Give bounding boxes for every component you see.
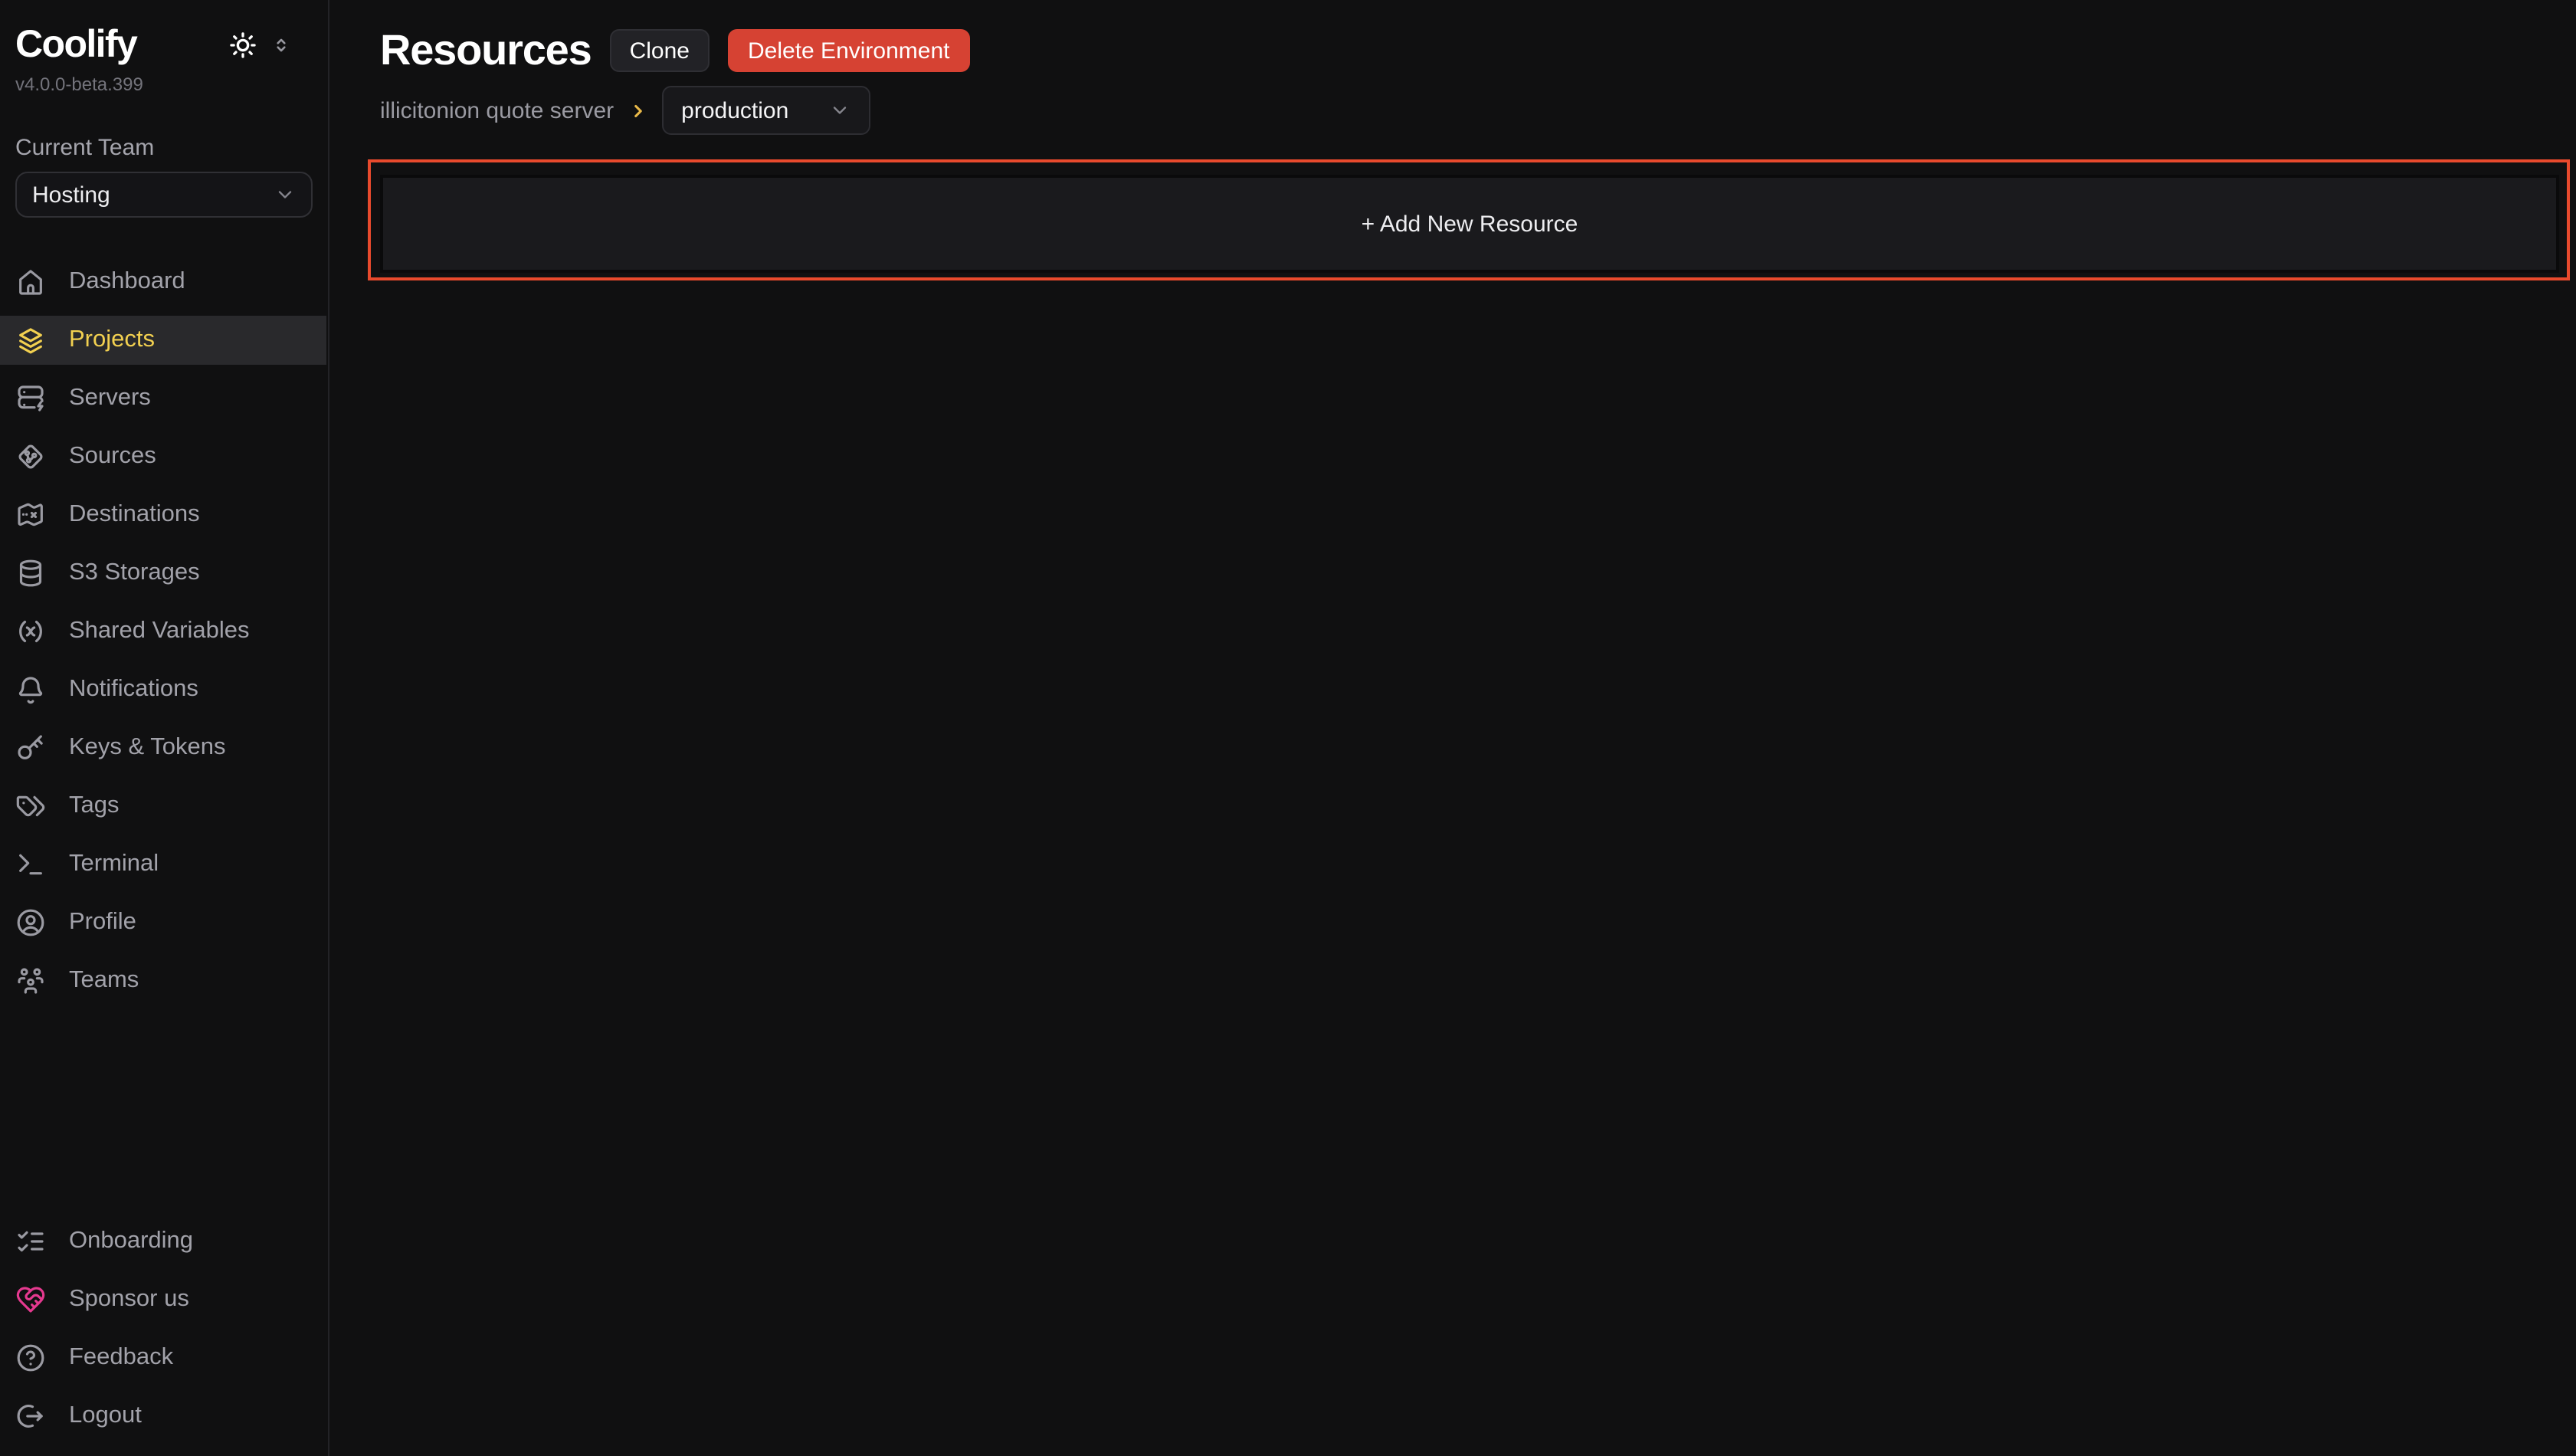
sidebar-header-icons — [228, 30, 291, 59]
environment-select[interactable]: production — [661, 86, 870, 135]
sidebar-spacer — [15, 1005, 313, 1217]
sidebar-item-onboarding[interactable]: Onboarding — [0, 1217, 326, 1266]
sidebar-item-projects[interactable]: Projects — [0, 316, 326, 365]
sidebar-footer-nav: Onboarding Sponsor us Feedback Logout — [0, 1217, 326, 1441]
add-new-resource-button[interactable]: + Add New Resource — [380, 175, 2559, 273]
sidebar-item-teams[interactable]: Teams — [0, 956, 326, 1005]
help-circle-icon — [15, 1343, 46, 1373]
sidebar-item-logout[interactable]: Logout — [0, 1392, 326, 1441]
users-icon — [15, 966, 46, 996]
sidebar-item-profile[interactable]: Profile — [0, 898, 326, 947]
logout-icon — [15, 1401, 46, 1431]
sidebar-item-dashboard[interactable]: Dashboard — [0, 257, 326, 307]
main-content: Resources Clone Delete Environment illic… — [331, 0, 2576, 1456]
key-icon — [15, 733, 46, 763]
breadcrumb: illicitonion quote server production — [331, 75, 2576, 135]
bell-icon — [15, 674, 46, 705]
chevron-down-icon — [828, 100, 850, 121]
sidebar-item-s3-storages[interactable]: S3 Storages — [0, 549, 326, 598]
sidebar-item-destinations[interactable]: Destinations — [0, 490, 326, 539]
database-icon — [15, 558, 46, 589]
user-circle-icon — [15, 907, 46, 938]
page-title: Resources — [380, 26, 592, 75]
app-version: v4.0.0-beta.399 — [15, 74, 313, 95]
theme-toggle-sun-icon[interactable] — [228, 30, 257, 59]
tags-icon — [15, 791, 46, 821]
sidebar-item-sponsor-us[interactable]: Sponsor us — [0, 1275, 326, 1324]
server-icon — [15, 383, 46, 414]
sidebar-item-feedback[interactable]: Feedback — [0, 1333, 326, 1382]
sidebar-item-notifications[interactable]: Notifications — [0, 665, 326, 714]
chevron-down-icon — [274, 184, 296, 205]
clone-button[interactable]: Clone — [610, 29, 710, 72]
sidebar-item-terminal[interactable]: Terminal — [0, 840, 326, 889]
heart-handshake-icon — [15, 1284, 46, 1315]
sidebar-collapse-chevrons-icon[interactable] — [271, 34, 291, 54]
breadcrumb-project-link[interactable]: illicitonion quote server — [380, 97, 614, 123]
braces-variable-icon — [15, 616, 46, 647]
map-icon — [15, 500, 46, 530]
chevron-right-icon — [628, 100, 647, 120]
environment-select-value: production — [681, 97, 788, 123]
coolify-app: Coolify v4.0.0-beta.399 Current Team Hos… — [0, 0, 2576, 1456]
team-select-value: Hosting — [32, 182, 110, 208]
layers-icon — [15, 325, 46, 356]
team-select[interactable]: Hosting — [15, 172, 313, 218]
delete-environment-button[interactable]: Delete Environment — [728, 29, 969, 72]
sidebar-nav: Dashboard Projects Servers Sources Desti… — [0, 257, 326, 1005]
sidebar-item-shared-variables[interactable]: Shared Variables — [0, 607, 326, 656]
sidebar-item-keys-tokens[interactable]: Keys & Tokens — [0, 723, 326, 772]
home-icon — [15, 267, 46, 297]
sidebar-item-tags[interactable]: Tags — [0, 782, 326, 831]
app-logo: Coolify — [15, 22, 136, 67]
sidebar-item-sources[interactable]: Sources — [0, 432, 326, 481]
git-branch-icon — [15, 441, 46, 472]
sidebar-header: Coolify — [15, 21, 313, 67]
sidebar: Coolify v4.0.0-beta.399 Current Team Hos… — [0, 0, 329, 1456]
terminal-icon — [15, 849, 46, 880]
sidebar-item-servers[interactable]: Servers — [0, 374, 326, 423]
checklist-icon — [15, 1226, 46, 1257]
page-header: Resources Clone Delete Environment — [331, 0, 2576, 75]
current-team-label: Current Team — [15, 135, 313, 161]
